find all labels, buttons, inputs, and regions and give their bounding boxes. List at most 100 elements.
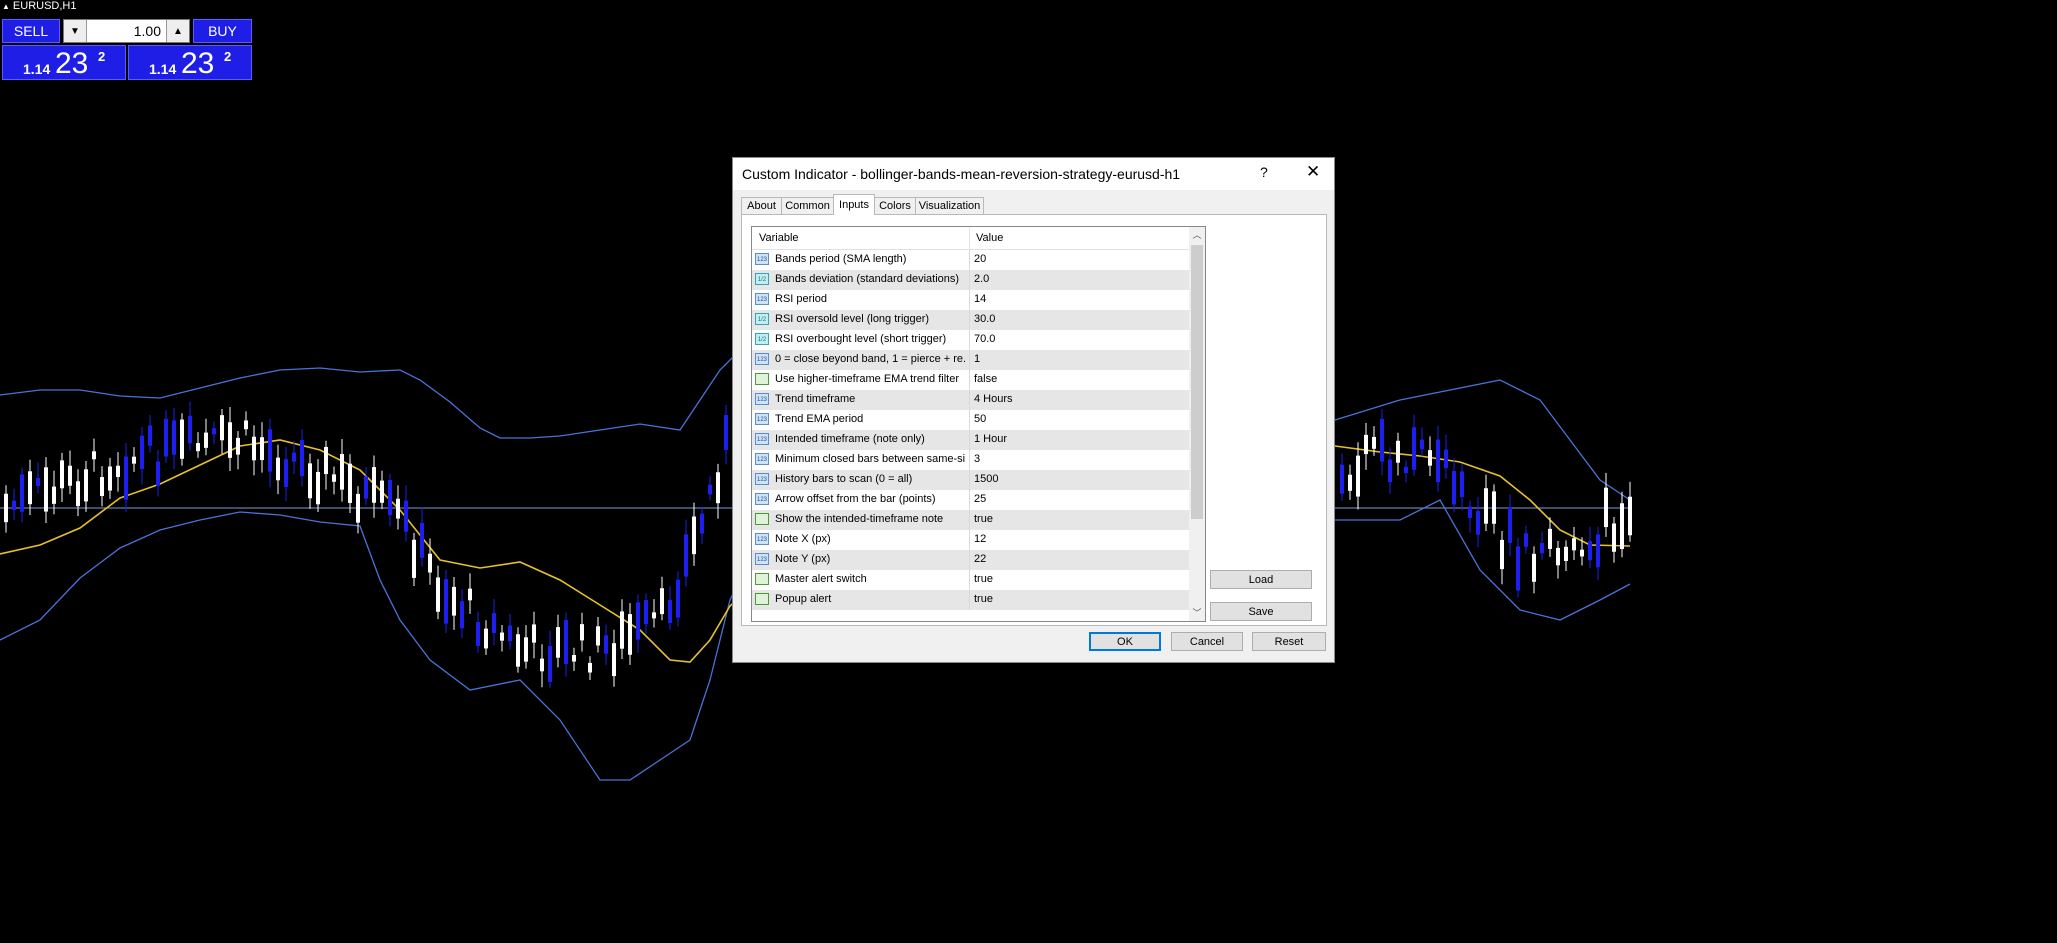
input-row[interactable]: 123 Note Y (px) 22	[752, 550, 1189, 570]
help-icon[interactable]: ?	[1260, 164, 1268, 180]
input-value[interactable]: 22	[974, 553, 986, 565]
candle-body	[484, 628, 488, 649]
input-row[interactable]: 123 Arrow offset from the bar (points) 25	[752, 490, 1189, 510]
sell-price[interactable]: 1.14 23 2	[2, 45, 126, 80]
column-header-value[interactable]: Value	[976, 232, 1003, 244]
input-value[interactable]: 3	[974, 453, 980, 465]
input-value[interactable]: 50	[974, 413, 986, 425]
column-header-variable[interactable]: Variable	[759, 232, 799, 244]
custom-indicator-dialog: Custom Indicator - bollinger-bands-mean-…	[732, 157, 1335, 663]
input-value[interactable]: true	[974, 593, 993, 605]
inputs-grid: Variable Value 123 Bands period (SMA leng…	[751, 226, 1206, 622]
input-row[interactable]: 123 Minimum closed bars between same-si..…	[752, 450, 1189, 470]
input-variable: History bars to scan (0 = all)	[775, 473, 913, 485]
grid-scrollbar[interactable]: ︿ ﹀	[1189, 227, 1205, 621]
candle-body	[476, 621, 480, 646]
input-value[interactable]: true	[974, 573, 993, 585]
candle-body	[132, 456, 136, 464]
candle-body	[268, 429, 272, 472]
input-value[interactable]: 20	[974, 253, 986, 265]
integer-type-icon: 123	[755, 533, 769, 545]
tab-inputs[interactable]: Inputs	[833, 194, 875, 215]
save-button[interactable]: Save	[1210, 602, 1312, 621]
input-row[interactable]: Show the intended-timeframe note true	[752, 510, 1189, 530]
boolean-type-icon	[755, 373, 769, 385]
buy-price[interactable]: 1.14 23 2	[128, 45, 252, 80]
input-variable: 0 = close beyond band, 1 = pierce + re..…	[775, 353, 965, 365]
triangle-up-icon[interactable]: ▲	[166, 20, 189, 42]
input-value[interactable]: 14	[974, 293, 986, 305]
input-row[interactable]: Master alert switch true	[752, 570, 1189, 590]
buy-button[interactable]: BUY	[193, 19, 252, 43]
reset-button[interactable]: Reset	[1252, 632, 1326, 651]
candle-body	[1348, 474, 1352, 491]
input-row[interactable]: 123 Note X (px) 12	[752, 530, 1189, 550]
lot-size-input[interactable]: ▼ 1.00 ▲	[63, 19, 190, 43]
tab-colors[interactable]: Colors	[874, 197, 916, 214]
candle-body	[52, 486, 56, 504]
column-divider	[969, 227, 970, 249]
candle-body	[1524, 533, 1528, 547]
candle-body	[428, 553, 432, 573]
candle-body	[1604, 487, 1608, 528]
input-row[interactable]: 1/2 RSI overbought level (short trigger) 7…	[752, 330, 1189, 350]
input-value[interactable]: 2.0	[974, 273, 989, 285]
input-row[interactable]: 123 Trend EMA period 50	[752, 410, 1189, 430]
tab-about[interactable]: About	[741, 197, 782, 214]
candle-body	[1420, 439, 1424, 450]
input-value[interactable]: 4 Hours	[974, 393, 1013, 405]
input-value[interactable]: 12	[974, 533, 986, 545]
column-divider	[969, 410, 970, 430]
input-row[interactable]: 1/2 RSI oversold level (long trigger) 30.0	[752, 310, 1189, 330]
candle-body	[188, 415, 192, 444]
candle-body	[1404, 466, 1408, 474]
input-value[interactable]: 30.0	[974, 313, 995, 325]
candle-body	[452, 586, 456, 616]
candle-body	[316, 471, 320, 505]
input-variable: Master alert switch	[775, 573, 867, 585]
input-row[interactable]: 123 Bands period (SMA length) 20	[752, 250, 1189, 270]
tab-visualization[interactable]: Visualization	[915, 197, 984, 214]
input-row[interactable]: Popup alert true	[752, 590, 1189, 610]
cancel-button[interactable]: Cancel	[1171, 632, 1243, 651]
column-divider	[969, 470, 970, 490]
input-variable: RSI oversold level (long trigger)	[775, 313, 930, 325]
load-button[interactable]: Load	[1210, 570, 1312, 589]
scroll-thumb[interactable]	[1191, 245, 1203, 519]
input-value[interactable]: 70.0	[974, 333, 995, 345]
tab-common[interactable]: Common	[781, 197, 834, 214]
candle-body	[396, 498, 400, 519]
input-row[interactable]: Use higher-timeframe EMA trend filter fal…	[752, 370, 1189, 390]
close-icon[interactable]: ✕	[1306, 162, 1320, 182]
input-row[interactable]: 123 Trend timeframe 4 Hours	[752, 390, 1189, 410]
candle-body	[220, 415, 224, 441]
input-value[interactable]: 25	[974, 493, 986, 505]
input-value[interactable]: 1 Hour	[974, 433, 1007, 445]
column-divider	[969, 350, 970, 370]
input-row[interactable]: 123 RSI period 14	[752, 290, 1189, 310]
integer-type-icon: 123	[755, 353, 769, 365]
input-value[interactable]: 1500	[974, 473, 998, 485]
input-row[interactable]: 1/2 Bands deviation (standard deviations)…	[752, 270, 1189, 290]
candle-body	[156, 461, 160, 486]
candle-body	[556, 627, 560, 658]
chevron-up-icon[interactable]: ︿	[1189, 227, 1205, 243]
input-row[interactable]: 123 Intended timeframe (note only) 1 Hour	[752, 430, 1189, 450]
ok-button[interactable]: OK	[1089, 632, 1161, 651]
sell-price-prefix: 1.14	[23, 61, 51, 77]
triangle-down-icon[interactable]: ▼	[64, 20, 87, 42]
candle-body	[1580, 549, 1584, 557]
sell-button[interactable]: SELL	[2, 19, 60, 43]
candle-body	[636, 602, 640, 640]
candle-body	[340, 454, 344, 490]
candle-body	[404, 500, 408, 532]
candle-body	[108, 466, 112, 491]
input-row[interactable]: 123 0 = close beyond band, 1 = pierce + r…	[752, 350, 1189, 370]
input-row[interactable]: 123 History bars to scan (0 = all) 1500	[752, 470, 1189, 490]
input-value[interactable]: false	[974, 373, 997, 385]
input-value[interactable]: true	[974, 513, 993, 525]
input-value[interactable]: 1	[974, 353, 980, 365]
chevron-down-icon[interactable]: ﹀	[1189, 605, 1205, 621]
candle-body	[708, 484, 712, 495]
candle-body	[532, 624, 536, 643]
